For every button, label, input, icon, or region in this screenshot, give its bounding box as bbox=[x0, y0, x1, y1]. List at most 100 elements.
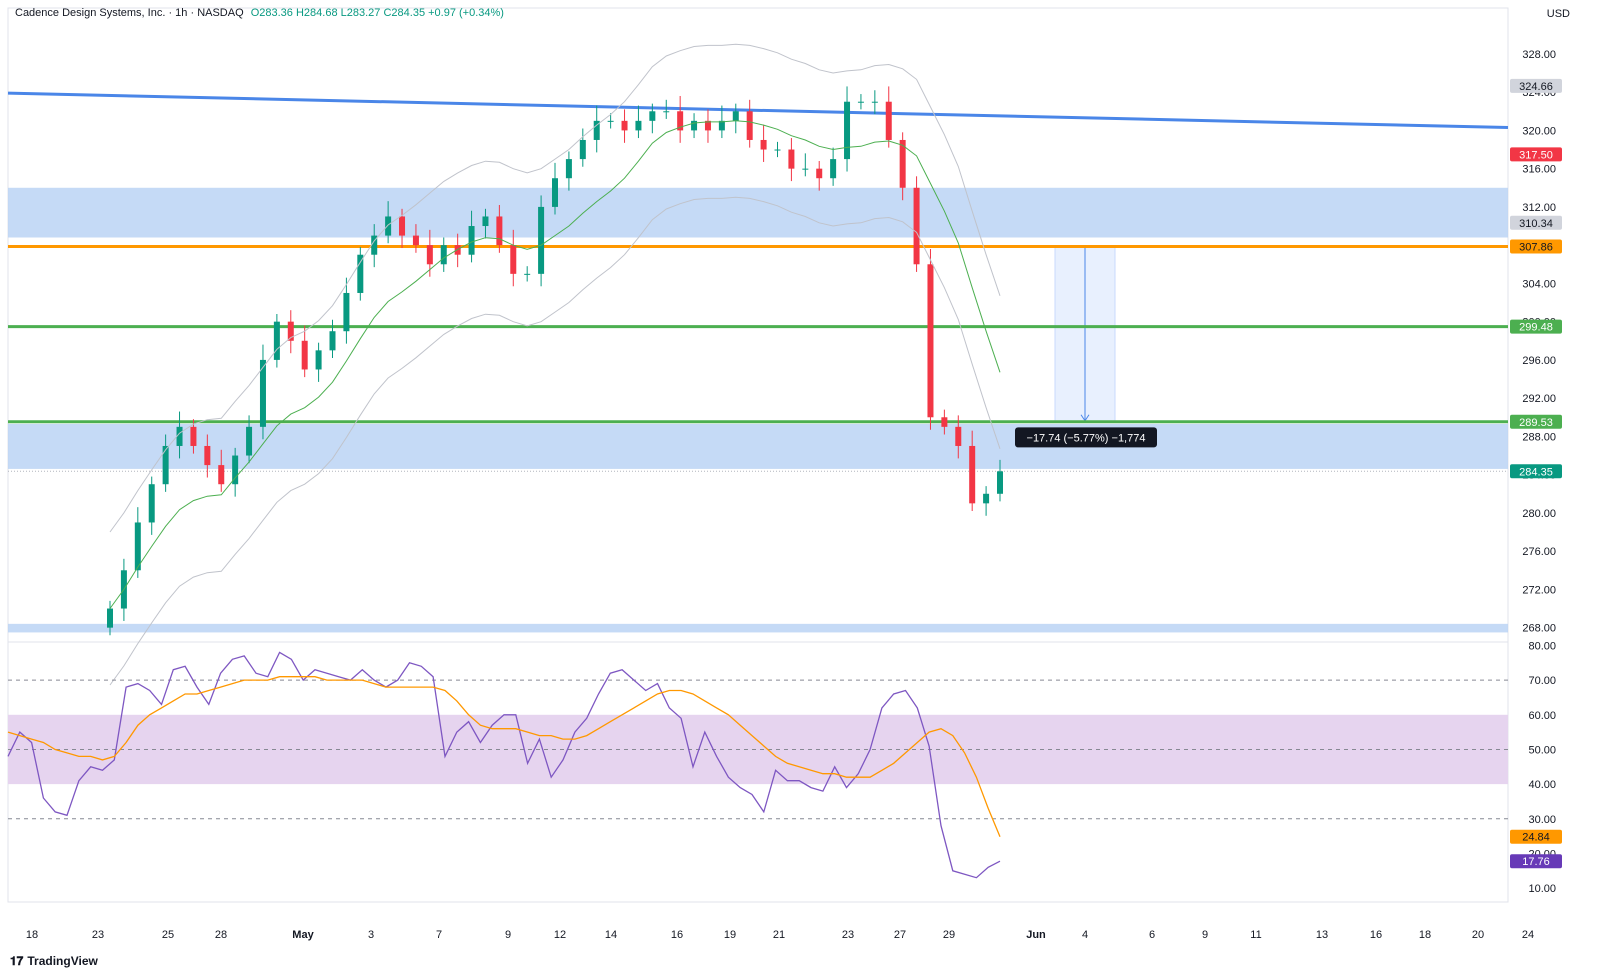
candle-body bbox=[538, 206, 545, 274]
candle-body bbox=[218, 465, 225, 485]
candle-body bbox=[107, 608, 113, 628]
candle-body bbox=[983, 493, 990, 504]
candle-body bbox=[969, 445, 976, 504]
time-tick: 9 bbox=[1202, 929, 1208, 941]
time-tick: 28 bbox=[215, 929, 227, 941]
time-tick: Jun bbox=[1026, 929, 1046, 941]
time-tick: 29 bbox=[943, 929, 955, 941]
rsi-tick: 40.00 bbox=[1528, 779, 1556, 791]
support-zone-0 bbox=[8, 187, 1508, 238]
time-tick: 18 bbox=[26, 929, 38, 941]
candle-body bbox=[663, 111, 670, 113]
rsi-tick: 30.00 bbox=[1528, 814, 1556, 826]
time-tick: 16 bbox=[1370, 929, 1382, 941]
price-tick: 328.00 bbox=[1522, 49, 1556, 61]
measure-label-text: −17.74 (−5.77%) −1,774 bbox=[1027, 432, 1146, 444]
candle-body bbox=[524, 273, 531, 275]
price-label: 324.66 bbox=[1510, 78, 1562, 93]
price-tick: 288.00 bbox=[1522, 431, 1556, 443]
time-tick: 20 bbox=[1472, 929, 1484, 941]
candle-body bbox=[802, 168, 809, 170]
time-tick: 23 bbox=[92, 929, 104, 941]
candle-body bbox=[385, 216, 392, 236]
time-tick: 4 bbox=[1082, 929, 1088, 941]
time-tick: 24 bbox=[1522, 929, 1534, 941]
candle-body bbox=[343, 292, 350, 332]
price-label: 299.48 bbox=[1510, 319, 1562, 334]
time-tick: 12 bbox=[554, 929, 566, 941]
price-label: 317.50 bbox=[1510, 147, 1562, 162]
candle-body bbox=[315, 350, 322, 370]
brand-name: TradingView bbox=[27, 954, 98, 968]
rsi-label: 24.84 bbox=[1510, 829, 1562, 844]
price-tick: 280.00 bbox=[1522, 508, 1556, 520]
price-tick: 320.00 bbox=[1522, 125, 1556, 137]
candle-body bbox=[816, 168, 823, 179]
price-label-text: 299.48 bbox=[1519, 322, 1553, 334]
candle-body bbox=[190, 426, 197, 446]
candle-body bbox=[565, 159, 572, 179]
candle-body bbox=[746, 111, 753, 140]
price-tick: 292.00 bbox=[1522, 393, 1556, 405]
candle-body bbox=[412, 235, 419, 246]
price-label-text: 324.66 bbox=[1519, 81, 1553, 93]
time-tick: 19 bbox=[724, 929, 736, 941]
resistance-trendline bbox=[7, 91, 1509, 130]
candle-body bbox=[426, 245, 433, 265]
candle-body bbox=[955, 426, 962, 446]
rsi-tick: 60.00 bbox=[1528, 710, 1556, 722]
candle-body bbox=[830, 159, 837, 179]
candle-body bbox=[732, 111, 739, 121]
candle-body bbox=[788, 149, 795, 169]
rsi-label-text: 17.76 bbox=[1522, 856, 1550, 868]
time-tick: 21 bbox=[773, 929, 785, 941]
candle-body bbox=[329, 331, 336, 351]
candle-body bbox=[774, 149, 781, 151]
price-label-text: 289.53 bbox=[1519, 417, 1553, 429]
candle-body bbox=[760, 139, 767, 150]
candle-body bbox=[579, 139, 586, 160]
time-tick: 7 bbox=[436, 929, 442, 941]
chart-header: Cadence Design Systems, Inc. · 1h · NASD… bbox=[15, 7, 504, 19]
chart-canvas: 328.00324.00320.00316.00312.00308.00304.… bbox=[7, 7, 1562, 941]
time-tick: 16 bbox=[671, 929, 683, 941]
tradingview-icon: 𝟏𝟕 bbox=[10, 954, 24, 968]
candle-body bbox=[635, 120, 642, 131]
currency-label[interactable]: USD bbox=[1547, 8, 1570, 20]
candle-body bbox=[941, 417, 948, 427]
candle-body bbox=[162, 445, 169, 485]
rsi-label-text: 24.84 bbox=[1522, 832, 1550, 844]
candle-body bbox=[510, 245, 517, 274]
price-label-text: 284.35 bbox=[1519, 466, 1553, 478]
price-label-text: 307.86 bbox=[1519, 241, 1553, 253]
candle-body bbox=[440, 245, 447, 265]
price-tick: 272.00 bbox=[1522, 584, 1556, 596]
candle-body bbox=[913, 187, 920, 265]
candle-body bbox=[482, 216, 489, 227]
candle-body bbox=[399, 216, 406, 236]
support-zone-2 bbox=[8, 623, 1508, 633]
rsi-tick: 10.00 bbox=[1528, 883, 1556, 895]
price-tick: 312.00 bbox=[1522, 202, 1556, 214]
rsi-label: 17.76 bbox=[1510, 854, 1562, 869]
time-tick: 11 bbox=[1250, 929, 1261, 941]
candle-body bbox=[844, 101, 851, 160]
rsi-tick: 70.00 bbox=[1528, 675, 1556, 687]
price-label-text: 310.34 bbox=[1519, 218, 1553, 230]
time-tick: 6 bbox=[1149, 929, 1155, 941]
tradingview-logo[interactable]: 𝟏𝟕 TradingView bbox=[10, 954, 98, 969]
candle-body bbox=[204, 445, 211, 466]
measure-label: −17.74 (−5.77%) −1,774 bbox=[1015, 427, 1157, 448]
time-tick: 23 bbox=[842, 929, 854, 941]
candle-body bbox=[148, 484, 155, 523]
price-tick: 304.00 bbox=[1522, 278, 1556, 290]
low-value: L283.27 bbox=[340, 7, 381, 19]
candle-body bbox=[301, 340, 308, 370]
price-tick: 316.00 bbox=[1522, 164, 1556, 176]
price-label: 310.34 bbox=[1510, 215, 1562, 230]
change-value: +0.97 (+0.34%) bbox=[428, 7, 504, 19]
candle-body bbox=[857, 101, 864, 103]
candle-body bbox=[885, 101, 892, 140]
candle-body bbox=[691, 120, 698, 131]
rsi-tick: 80.00 bbox=[1528, 640, 1556, 652]
